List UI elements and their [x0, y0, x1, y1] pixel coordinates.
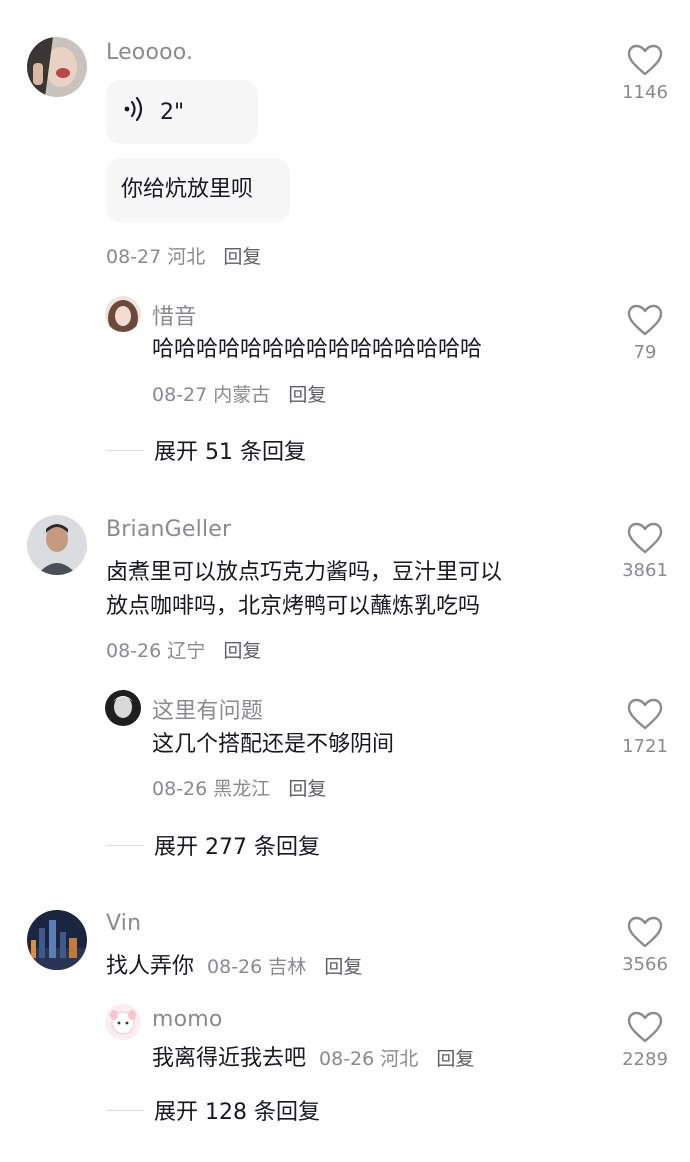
comment-text: 找人弄你 08-26 吉林 回复: [106, 950, 362, 984]
voice-wave-icon: [124, 96, 146, 128]
comment-text: 你给炕放里呗: [121, 177, 254, 202]
comment-username[interactable]: Vin: [106, 911, 141, 936]
comment-meta: 08-26 辽宁 回复: [106, 636, 261, 663]
expand-replies-label: 展开 128 条回复: [154, 1100, 320, 1125]
expand-replies-button[interactable]: 展开 128 条回复: [106, 1094, 320, 1126]
avatar[interactable]: [27, 515, 87, 575]
comment-location: 吉林: [268, 956, 307, 978]
reply-text: 这几个搭配还是不够阴间: [152, 732, 395, 757]
reply-text: 哈哈哈哈哈哈哈哈哈哈哈哈哈哈哈: [152, 337, 483, 362]
like-button[interactable]: 2289: [615, 1011, 675, 1070]
avatar[interactable]: [105, 1004, 141, 1040]
expand-replies-label: 展开 51 条回复: [154, 440, 306, 465]
comment-meta: 08-26 吉林 回复: [207, 956, 362, 978]
divider: [106, 844, 144, 846]
like-button[interactable]: 3566: [615, 916, 675, 975]
comment-date: 08-26: [106, 640, 162, 662]
voice-duration: 2": [160, 99, 185, 125]
like-count: 79: [633, 342, 657, 363]
expand-replies-button[interactable]: 展开 277 条回复: [106, 829, 320, 861]
like-count: 1721: [622, 736, 668, 757]
like-button[interactable]: 1146: [615, 44, 675, 103]
heart-outline-icon: [627, 1011, 663, 1043]
reply-text-content: 我离得近我去吧: [152, 1046, 307, 1071]
comment-username[interactable]: Leoooo.: [106, 40, 193, 65]
comment-date: 08-27: [106, 246, 162, 268]
reply-meta: 08-27 内蒙古 回复: [152, 380, 326, 407]
comment-text-content: 找人弄你: [106, 954, 195, 979]
comment-location: 辽宁: [167, 640, 206, 662]
like-button[interactable]: 1721: [615, 698, 675, 757]
reply-button[interactable]: 回复: [223, 640, 261, 662]
comment-meta: 08-27 河北 回复: [106, 242, 261, 269]
reply-date: 08-26: [319, 1048, 375, 1070]
reply-date: 08-26: [152, 778, 208, 800]
reply-date: 08-27: [152, 384, 208, 406]
heart-outline-icon: [627, 916, 663, 948]
comment-date: 08-26: [207, 956, 263, 978]
reply-text: 我离得近我去吧 08-26 河北 回复: [152, 1042, 474, 1076]
avatar[interactable]: [105, 690, 141, 726]
reply-button[interactable]: 回复: [223, 246, 261, 268]
reply-username[interactable]: 惜音: [152, 299, 196, 331]
divider: [106, 1109, 144, 1111]
reply-button[interactable]: 回复: [288, 384, 326, 406]
reply-meta: 08-26 黑龙江 回复: [152, 774, 326, 801]
comment-text-line: 卤煮里可以放点巧克力酱吗，豆汁里可以: [106, 560, 503, 585]
divider: [106, 449, 144, 451]
heart-outline-icon: [627, 44, 663, 76]
like-count: 3861: [622, 560, 668, 581]
avatar[interactable]: [27, 37, 87, 97]
reply-location: 河北: [380, 1048, 419, 1070]
heart-outline-icon: [627, 522, 663, 554]
comment-text-line: 放点咖啡吗，北京烤鸭可以蘸炼乳吃吗: [106, 594, 481, 619]
like-count: 2289: [622, 1049, 668, 1070]
reply-meta: 08-26 河北 回复: [319, 1048, 474, 1070]
expand-replies-button[interactable]: 展开 51 条回复: [106, 434, 306, 466]
reply-button[interactable]: 回复: [288, 778, 326, 800]
heart-outline-icon: [627, 698, 663, 730]
like-button[interactable]: 3861: [615, 522, 675, 581]
like-button[interactable]: 79: [615, 304, 675, 363]
like-count: 1146: [622, 82, 668, 103]
comment-username[interactable]: BrianGeller: [106, 517, 231, 542]
reply-username[interactable]: 这里有问题: [152, 693, 263, 725]
like-count: 3566: [622, 954, 668, 975]
avatar[interactable]: [27, 910, 87, 970]
reply-button[interactable]: 回复: [436, 1048, 474, 1070]
reply-location: 内蒙古: [213, 384, 271, 406]
heart-outline-icon: [627, 304, 663, 336]
voice-message[interactable]: 2": [106, 80, 258, 144]
reply-username[interactable]: momo: [152, 1007, 223, 1032]
reply-location: 黑龙江: [213, 778, 271, 800]
avatar[interactable]: [105, 296, 141, 332]
reply-button[interactable]: 回复: [324, 956, 362, 978]
expand-replies-label: 展开 277 条回复: [154, 835, 320, 860]
comment-location: 河北: [167, 246, 206, 268]
